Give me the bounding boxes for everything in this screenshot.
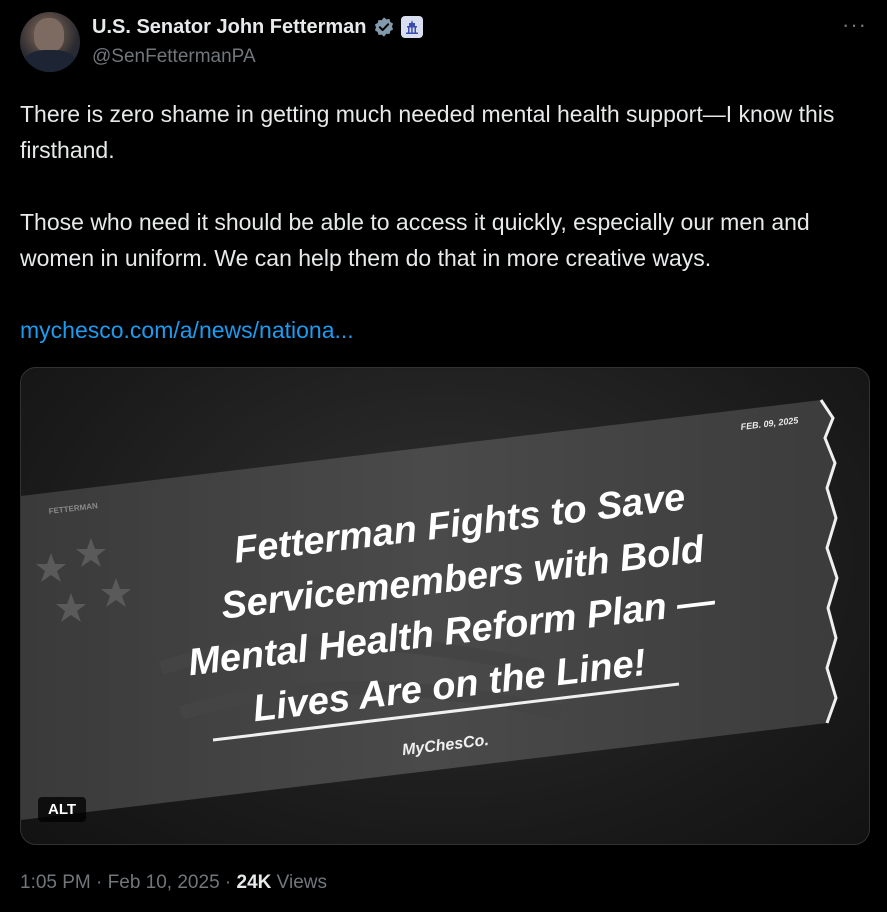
government-building-icon[interactable] [400,16,423,38]
meta-separator: · [96,872,108,893]
tweet-paragraph-2: Those who need it should be able to acce… [20,209,810,271]
verified-badge-icon[interactable] [373,16,395,38]
tweet-text: There is zero shame in getting much need… [20,96,875,348]
avatar-head [34,18,64,52]
tweet-link[interactable]: mychesco.com/a/news/nationa... [20,317,354,343]
author-name[interactable]: U.S. Senator John Fetterman [92,16,367,39]
author-handle[interactable]: @SenFettermanPA [92,46,256,68]
avatar-body [24,50,76,72]
tweet-paragraph-1: There is zero shame in getting much need… [20,101,835,163]
tweet-meta: 1:05 PM · Feb 10, 2025 · 24K Views [20,872,327,894]
meta-separator: · [224,872,237,893]
tweet-image[interactable]: FETTERMAN FEB. 09, 2025 Fetterman Fights… [20,367,870,845]
author-name-row: U.S. Senator John Fetterman [92,14,423,40]
views-count: 24K [236,872,272,893]
tweet-time[interactable]: 1:05 PM [20,872,91,893]
alt-text-button[interactable]: ALT [38,797,87,822]
views-label: Views [276,872,328,893]
article-graphic: FETTERMAN FEB. 09, 2025 Fetterman Fights… [21,399,839,820]
more-options-icon[interactable]: ··· [842,12,867,38]
avatar[interactable] [20,12,80,72]
tweet-date[interactable]: Feb 10, 2025 [108,872,220,893]
